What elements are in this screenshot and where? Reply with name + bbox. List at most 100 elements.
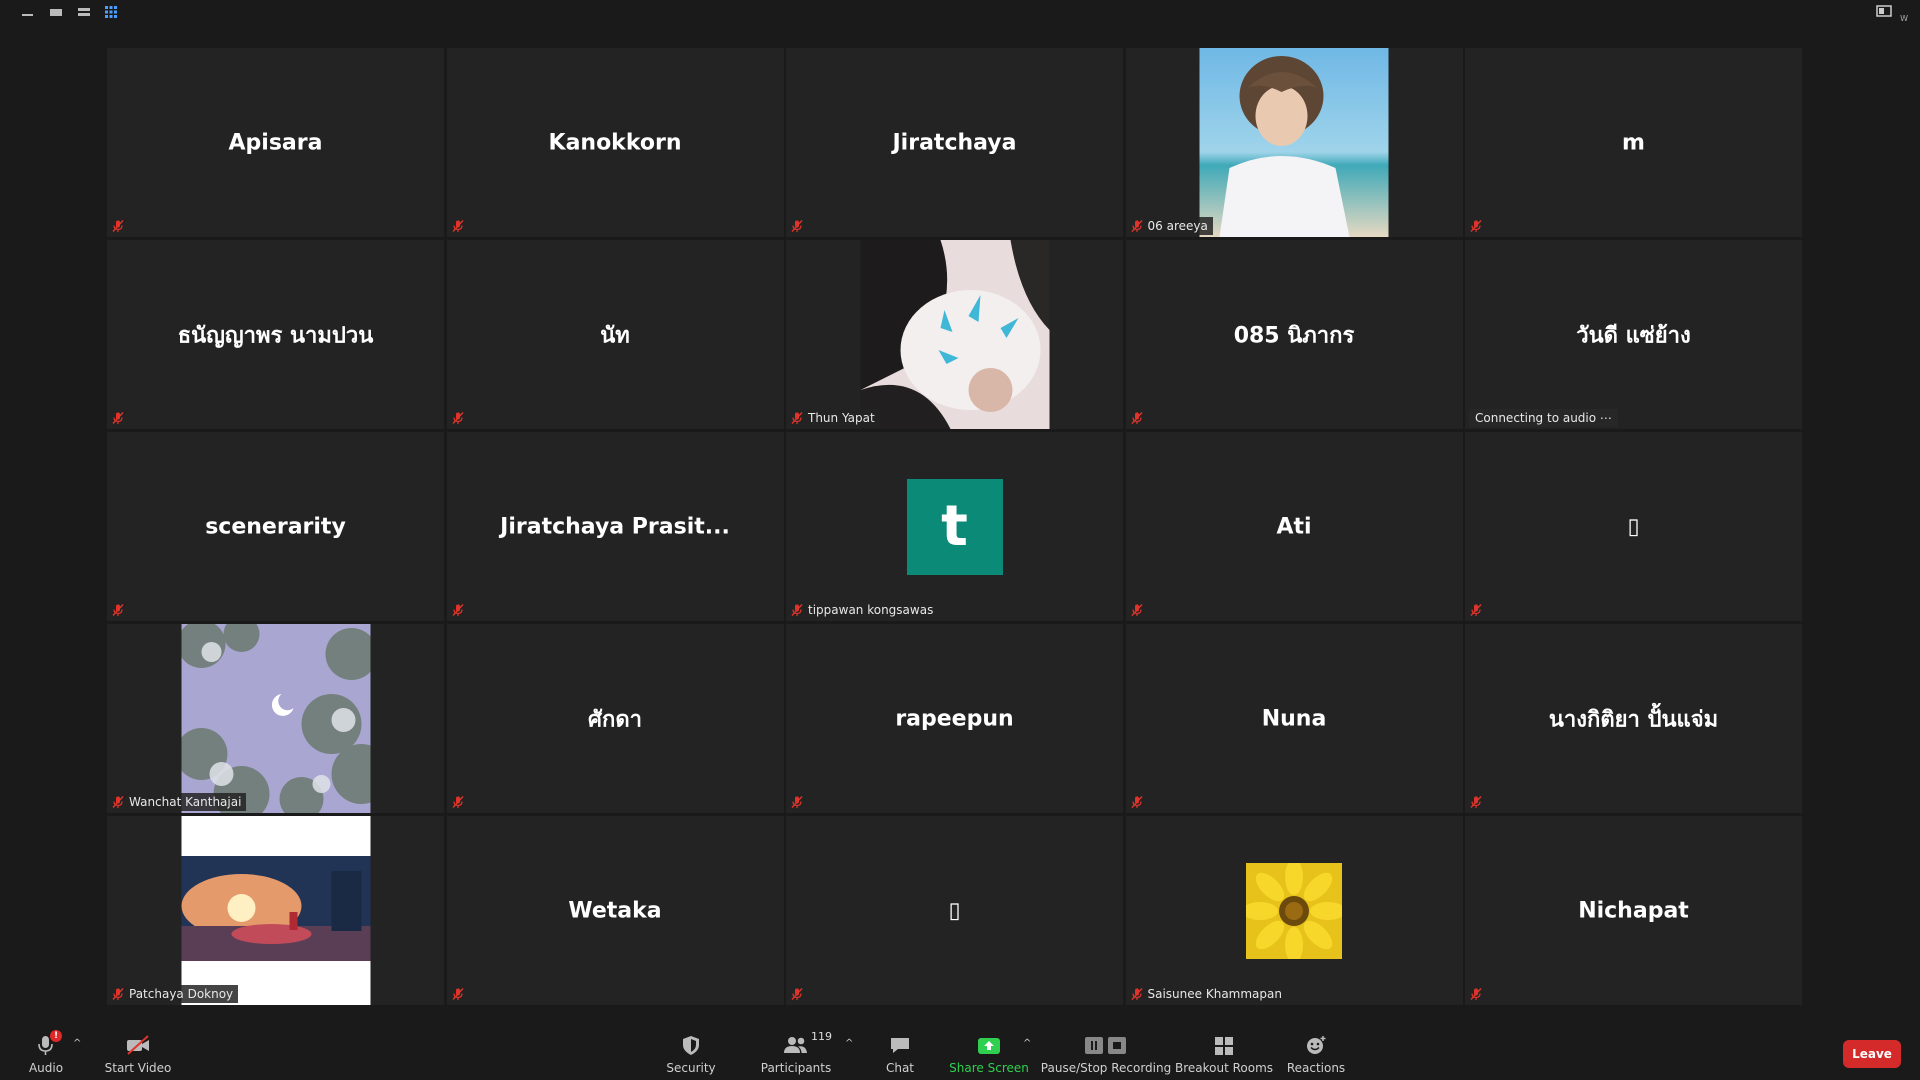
participant-name-label [790, 985, 813, 1003]
split-view-icon[interactable] [76, 4, 94, 20]
participant-display-name: Nichapat [1578, 898, 1689, 923]
mic-muted-icon [790, 603, 804, 617]
participant-tile[interactable]: ศักดา [446, 624, 784, 813]
mic-muted-icon [1130, 603, 1144, 617]
participant-display-name: Kanokkorn [548, 130, 682, 155]
audio-options-chevron-icon[interactable]: ^ [73, 1038, 81, 1049]
mic-muted-icon [451, 219, 465, 233]
participant-tile[interactable]: Nuna [1125, 624, 1463, 813]
participant-name-label [790, 793, 813, 811]
participant-display-name: นัท [600, 323, 630, 348]
participant-tile[interactable]: ธนัญญาพร นามปวน [107, 240, 444, 429]
mic-muted-icon [1130, 411, 1144, 425]
shield-icon [680, 1032, 702, 1058]
mic-muted-icon [1469, 603, 1483, 617]
corner-text: W [1900, 14, 1908, 23]
participant-tile[interactable]: rapeepun [786, 624, 1123, 813]
avatar: t [906, 478, 1003, 575]
participant-tile[interactable]: Saisunee Khammapan [1125, 816, 1463, 1005]
participants-button[interactable]: 119 Participants [761, 1030, 832, 1078]
participant-label-text: 06 areeya [1147, 219, 1208, 233]
participant-tile[interactable]: วันดี แซ่ย้าง Connecting to audio ⋯ [1465, 240, 1802, 429]
share-screen-icon [976, 1032, 1002, 1058]
mic-muted-icon [1469, 795, 1483, 809]
participant-tile[interactable]: m [1465, 48, 1802, 237]
top-bar: W [0, 0, 1920, 30]
leave-button[interactable]: Leave [1843, 1040, 1901, 1068]
participant-tile[interactable]: Jiratchaya Prasit... [446, 432, 784, 621]
participant-name-label: Thun Yapat [790, 409, 880, 427]
participant-name-label [451, 601, 474, 619]
participant-tile[interactable]: Jiratchaya [786, 48, 1123, 237]
participant-tile[interactable]: 06 areeya [1125, 48, 1463, 237]
audio-status-label: Connecting to audio ⋯ [1469, 409, 1618, 427]
mic-muted-icon [451, 411, 465, 425]
pause-stop-icon [1083, 1032, 1129, 1058]
cat-with-claws-image [860, 240, 1049, 429]
security-button[interactable]: Security [666, 1032, 716, 1078]
participants-chevron-icon[interactable]: ^ [845, 1038, 853, 1049]
mic-muted-icon [451, 795, 465, 809]
mic-muted-icon [790, 987, 804, 1001]
participant-tile[interactable]: นางกิติยา ปั้นแจ่ม [1465, 624, 1802, 813]
video-off-icon [124, 1032, 152, 1058]
participant-tile[interactable]: Apisara [107, 48, 444, 237]
participant-label-text: Wanchat Kanthajai [129, 795, 242, 809]
participant-tile[interactable]: Patchaya Doknoy [107, 816, 444, 1005]
chat-icon [888, 1032, 912, 1058]
participant-name-label: Patchaya Doknoy [111, 985, 239, 1003]
share-options-chevron-icon[interactable]: ^ [1023, 1038, 1031, 1049]
participant-display-name: Jiratchaya [892, 130, 1017, 155]
mic-muted-icon [111, 219, 125, 233]
start-video-button[interactable]: Start Video [105, 1032, 171, 1078]
participant-name-label [1469, 217, 1492, 235]
participant-tile[interactable]: Thun Yapat [786, 240, 1123, 429]
participant-tile[interactable]: นัท [446, 240, 784, 429]
breakout-rooms-icon [1212, 1032, 1236, 1058]
participant-tile[interactable]: Wanchat Kanthajai [107, 624, 444, 813]
participant-tile[interactable]: scenerarity [107, 432, 444, 621]
participant-display-name: m [1622, 130, 1645, 155]
participant-tile[interactable]: Wetaka [446, 816, 784, 1005]
participant-display-name: Nuna [1261, 706, 1327, 731]
participant-tile[interactable]: Ati [1125, 432, 1463, 621]
participant-name-label [451, 793, 474, 811]
participant-tile[interactable]: ▯ [1465, 432, 1802, 621]
security-label: Security [666, 1061, 716, 1075]
mic-muted-icon [111, 795, 125, 809]
grid-view-icon[interactable] [103, 4, 121, 20]
meeting-toolbar: ! Audio ^ Start Video Security 119 Parti… [0, 1030, 1920, 1080]
person-on-beach-image [1199, 48, 1389, 237]
smiley-icon [1304, 1032, 1328, 1058]
participant-tile[interactable]: Kanokkorn [446, 48, 784, 237]
participant-count: 119 [811, 1030, 832, 1043]
mic-muted-icon [1130, 219, 1144, 233]
minimize-icon[interactable] [20, 4, 38, 20]
participant-name-label [1469, 985, 1492, 1003]
participant-tile[interactable]: 085 นิภากร [1125, 240, 1463, 429]
participant-tile[interactable]: t tippawan kongsawas [786, 432, 1123, 621]
side-by-side-icon[interactable] [1876, 3, 1896, 21]
mic-muted-icon [1130, 795, 1144, 809]
participant-display-name: Jiratchaya Prasit... [500, 514, 730, 539]
participant-name-label [451, 985, 474, 1003]
pause-stop-recording-button[interactable]: Pause/Stop Recording [1041, 1032, 1171, 1078]
participant-label-text: Patchaya Doknoy [129, 987, 234, 1001]
single-view-icon[interactable] [48, 4, 66, 20]
breakout-rooms-button[interactable]: Breakout Rooms [1175, 1032, 1273, 1078]
chat-button[interactable]: Chat [884, 1032, 916, 1078]
participant-name-label [111, 601, 134, 619]
participant-name-label: Saisunee Khammapan [1129, 985, 1287, 1003]
mic-muted-icon [790, 411, 804, 425]
audio-label: Audio [28, 1061, 64, 1075]
participant-tile[interactable]: Nichapat [1465, 816, 1802, 1005]
mic-muted-icon [111, 987, 125, 1001]
share-screen-button[interactable]: Share Screen [949, 1032, 1029, 1078]
mic-muted-icon [790, 795, 804, 809]
reactions-button[interactable]: Reactions [1287, 1032, 1345, 1078]
share-screen-label: Share Screen [949, 1061, 1029, 1075]
audio-button[interactable]: ! Audio [28, 1030, 64, 1078]
participant-tile[interactable]: ▯ [786, 816, 1123, 1005]
mic-muted-icon [1469, 219, 1483, 233]
participant-name-label: Wanchat Kanthajai [111, 793, 247, 811]
